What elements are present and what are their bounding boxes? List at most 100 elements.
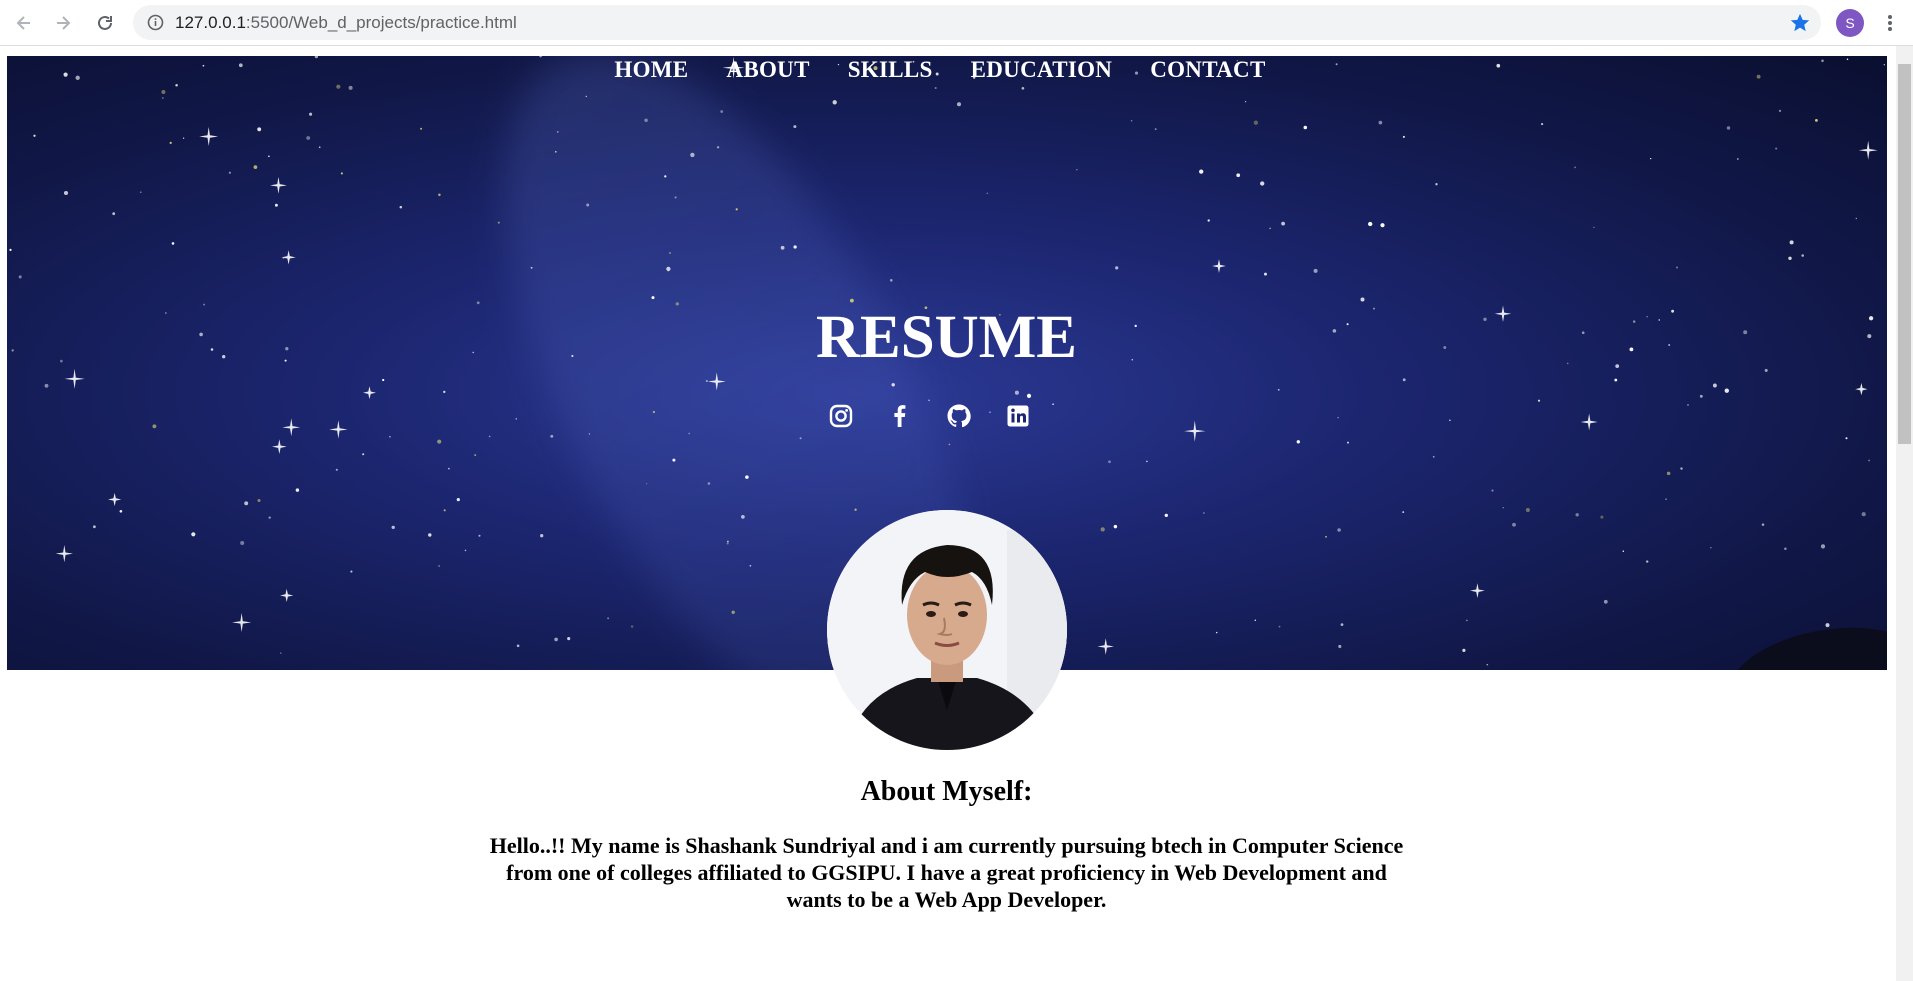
sparkle-star [280, 588, 294, 603]
linkedin-icon[interactable] [1005, 403, 1031, 429]
star-dot [1789, 240, 1794, 245]
address-bar[interactable]: 127.0.0.1:5500/Web_d_projects/practice.h… [133, 5, 1821, 40]
star-dot [318, 146, 321, 149]
star-dot [690, 152, 695, 158]
sparkle-star [1858, 140, 1878, 160]
star-dot [1466, 619, 1468, 622]
star-dot [1541, 123, 1544, 126]
star-dot [63, 190, 69, 196]
star-dot [1710, 546, 1712, 549]
star-dot [1199, 169, 1204, 174]
star-dot [607, 617, 610, 620]
star-dot [1724, 388, 1729, 393]
star-dot [651, 296, 655, 300]
star-dot [391, 525, 395, 530]
star-dot [1380, 223, 1385, 228]
nav-education[interactable]: EDUCATION [971, 56, 1113, 86]
sparkle-star [108, 492, 122, 507]
star-dot [228, 171, 231, 174]
star-dot [1260, 181, 1265, 186]
star-dot [18, 275, 22, 279]
star-dot [934, 86, 937, 90]
url-text[interactable]: 127.0.0.1:5500/Web_d_projects/practice.h… [175, 13, 517, 33]
star-dot [727, 540, 729, 543]
star-dot [1574, 166, 1576, 169]
star-dot [1154, 128, 1157, 131]
star-dot [1761, 523, 1765, 526]
nav-about[interactable]: ABOUT [726, 56, 809, 86]
main-navigation: HOME ABOUT SKILLS EDUCATION CONTACT [0, 56, 1880, 86]
url-host: 127.0.0.1 [175, 13, 246, 32]
star-dot [268, 155, 270, 158]
star-dot [335, 468, 338, 471]
profile-avatar[interactable]: S [1836, 9, 1864, 37]
sparkle-star [1097, 638, 1114, 655]
page-title: RESUME [816, 304, 1077, 371]
star-dot [340, 172, 343, 175]
star-dot [1113, 524, 1118, 529]
star-dot [428, 533, 432, 537]
star-dot [1622, 550, 1625, 553]
star-dot [1788, 256, 1792, 261]
star-dot [588, 433, 591, 435]
star-dot [1021, 86, 1025, 90]
star-dot [191, 532, 196, 537]
star-dot [1593, 226, 1595, 229]
star-dot [716, 146, 720, 149]
star-dot [645, 482, 648, 485]
star-dot [1146, 460, 1148, 463]
browser-menu-button[interactable] [1880, 11, 1900, 35]
sparkle-star [363, 386, 376, 400]
bookmark-star-icon[interactable] [1789, 12, 1811, 34]
info-icon[interactable] [147, 14, 164, 31]
star-dot [1491, 489, 1494, 492]
star-dot [540, 534, 544, 538]
back-button[interactable] [11, 10, 37, 36]
star-dot [726, 542, 729, 545]
nav-home[interactable]: HOME [614, 56, 688, 86]
star-dot [1855, 217, 1857, 220]
star-dot [567, 637, 571, 641]
nav-contact[interactable]: CONTACT [1150, 56, 1265, 86]
profile-photo [827, 510, 1067, 750]
star-dot [93, 525, 96, 529]
star-dot [1164, 513, 1168, 518]
star-dot [1614, 378, 1618, 382]
forward-button[interactable] [50, 10, 76, 36]
star-dot [1337, 528, 1341, 532]
star-dot [169, 141, 172, 145]
star-dot [1402, 511, 1405, 514]
sparkle-star [1580, 413, 1598, 431]
star-dot [1052, 403, 1054, 406]
star-dot [1432, 455, 1435, 458]
star-dot [44, 383, 49, 388]
star-dot [720, 110, 724, 113]
facebook-icon[interactable] [887, 403, 913, 429]
nav-skills[interactable]: SKILLS [848, 56, 933, 86]
star-dot [664, 175, 667, 178]
reload-button[interactable] [92, 10, 118, 36]
star-dot [832, 100, 837, 105]
instagram-icon[interactable] [828, 403, 854, 429]
star-dot [1537, 399, 1541, 402]
sparkle-star [55, 544, 73, 563]
about-paragraph: Hello..!! My name is Shashank Sundriyal … [489, 833, 1404, 912]
star-dot [749, 564, 752, 567]
star-dot [986, 192, 989, 194]
star-dot [516, 644, 520, 648]
star-dot [1801, 254, 1804, 257]
star-dot [854, 508, 857, 511]
star-dot [119, 509, 123, 513]
star-dot [274, 203, 278, 207]
star-dot [1861, 512, 1866, 517]
sparkle-star [232, 612, 252, 632]
scrollbar-thumb[interactable] [1898, 64, 1911, 444]
star-dot [674, 196, 677, 199]
star-dot [1254, 619, 1257, 622]
star-dot [1269, 227, 1271, 230]
star-dot [350, 570, 353, 573]
github-icon[interactable] [946, 403, 972, 429]
star-dot [530, 266, 533, 269]
star-dot [1026, 393, 1032, 398]
star-dot [438, 193, 441, 197]
